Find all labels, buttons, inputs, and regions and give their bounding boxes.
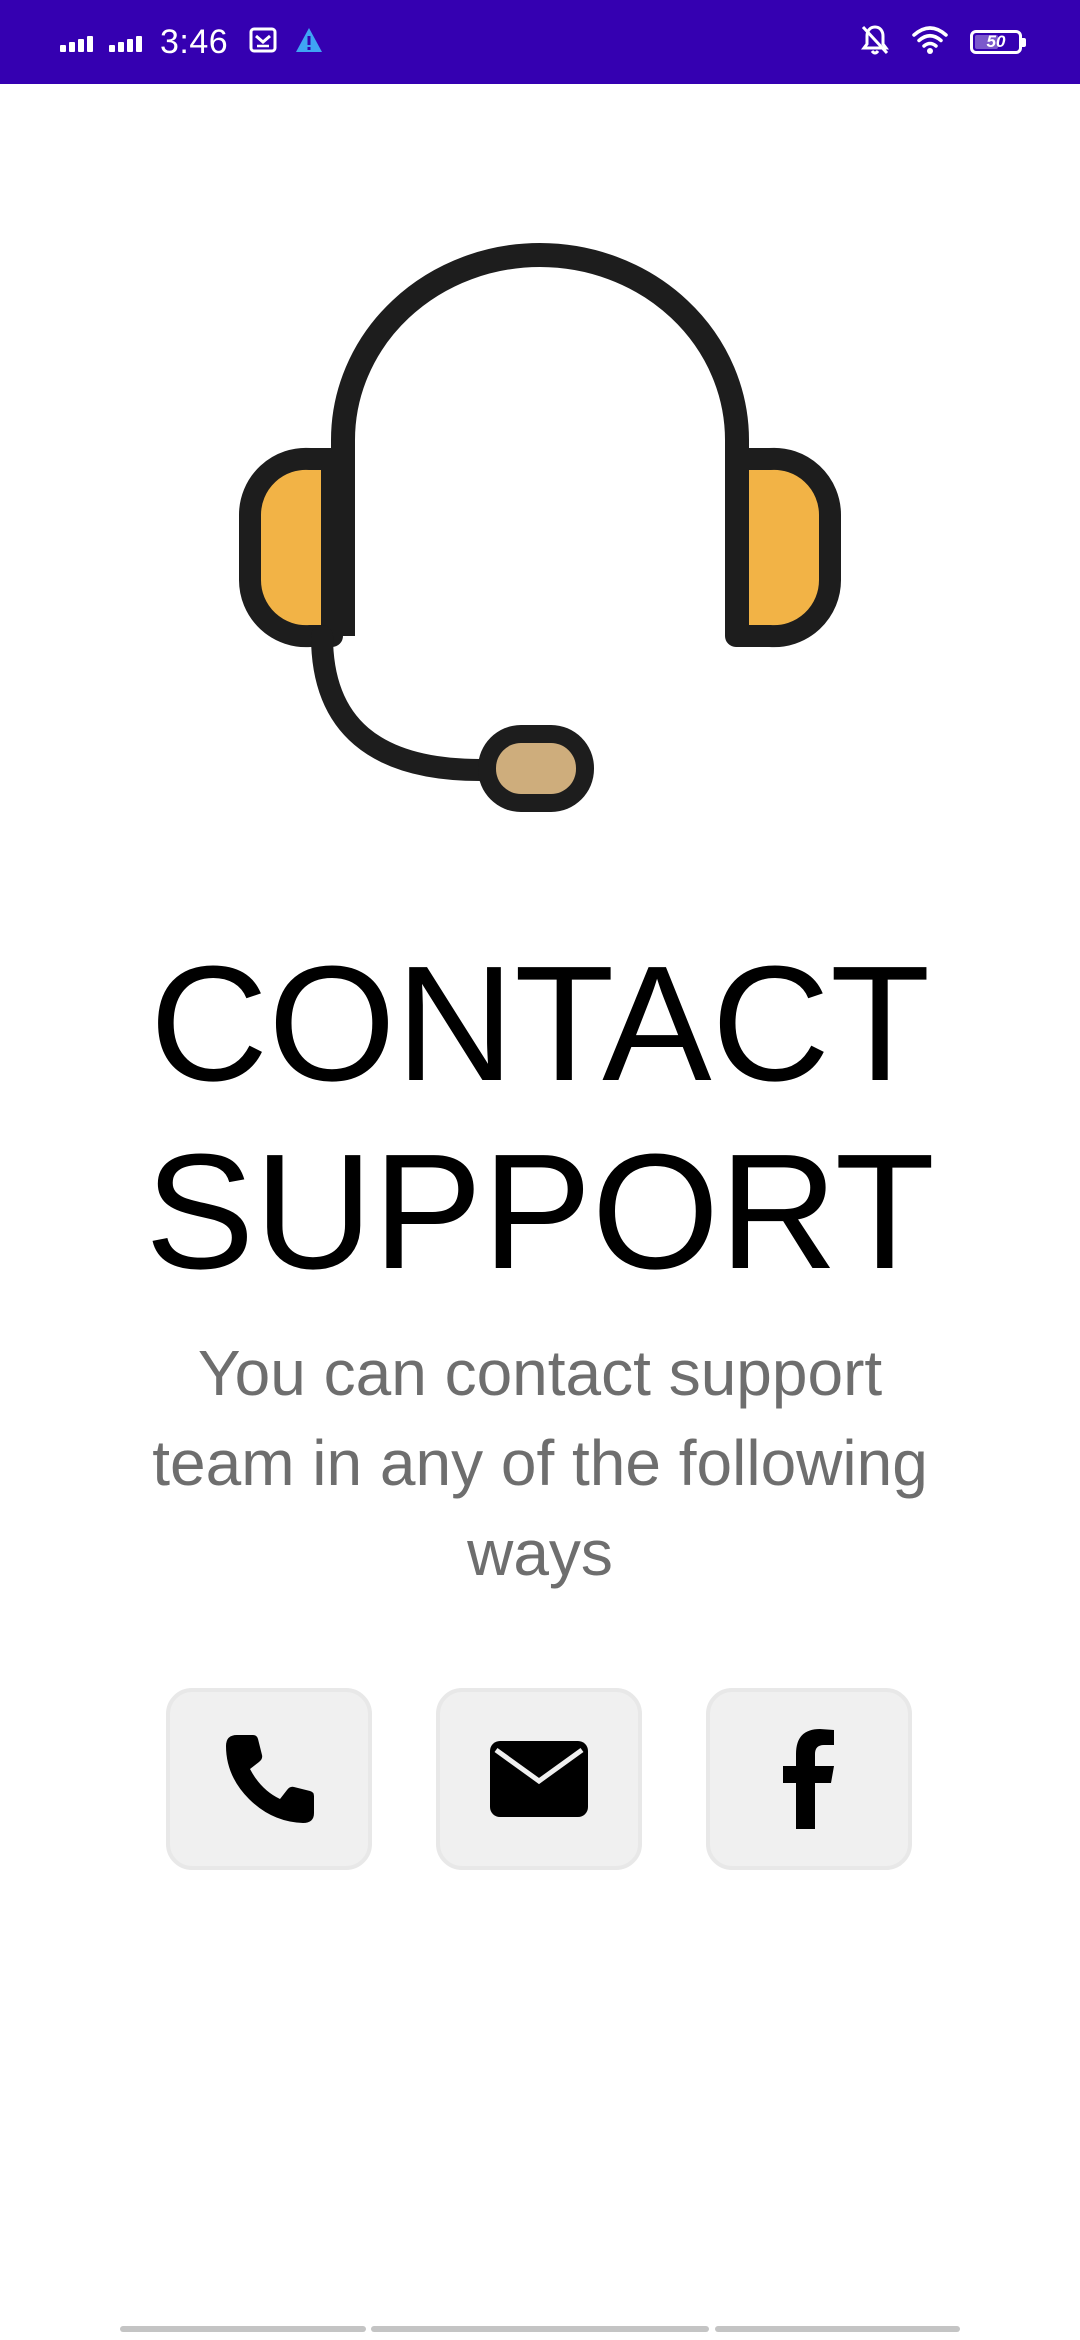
notifications-off-icon <box>860 24 890 60</box>
status-bar-right: 50 <box>860 0 1026 84</box>
subtitle-line-1: You can contact support <box>197 1337 883 1409</box>
page-subtitle: You can contact support team in any of t… <box>60 1328 1020 1598</box>
signal-icon <box>109 32 142 52</box>
phone-icon <box>219 1729 319 1829</box>
status-time: 3:46 <box>160 22 229 61</box>
nav-bar-segment <box>371 2326 709 2332</box>
page-title: CONTACT SUPPORT <box>0 930 1080 1306</box>
nav-bar-segment <box>120 2326 366 2332</box>
mail-icon <box>248 25 278 59</box>
facebook-icon <box>779 1729 839 1829</box>
title-line-2: SUPPORT <box>145 1120 935 1303</box>
status-bar: 3:46 50 <box>0 0 1080 84</box>
battery-level-text: 50 <box>986 32 1006 51</box>
status-bar-left: 3:46 <box>60 0 324 84</box>
subtitle-line-3: ways <box>467 1517 613 1589</box>
subtitle-line-2: team in any of the following <box>152 1427 928 1499</box>
contact-options <box>0 1688 1080 1870</box>
battery-icon: 50 <box>970 30 1026 54</box>
nav-bar-segment <box>715 2326 960 2332</box>
facebook-button[interactable] <box>706 1688 912 1870</box>
phone-button[interactable] <box>166 1688 372 1870</box>
mail-icon <box>490 1741 588 1817</box>
signal-icon <box>60 32 93 52</box>
email-button[interactable] <box>436 1688 642 1870</box>
headset-icon <box>238 240 842 825</box>
warning-icon <box>294 26 324 58</box>
title-line-1: CONTACT <box>149 932 931 1115</box>
wifi-icon <box>912 25 948 59</box>
